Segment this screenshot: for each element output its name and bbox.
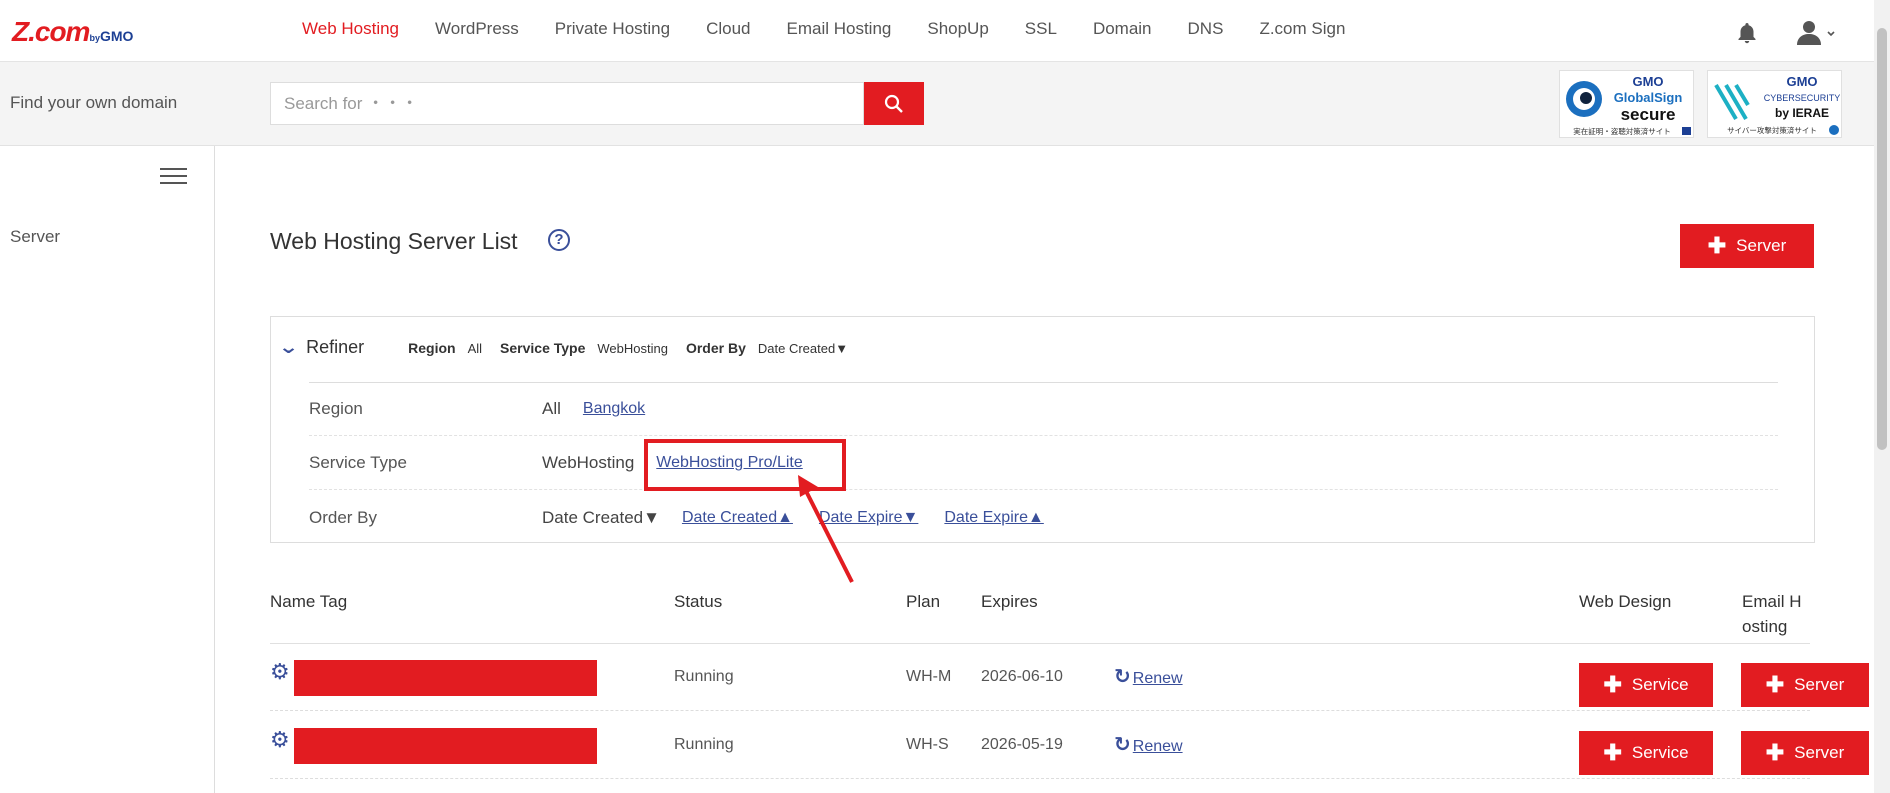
row-plan: WH-M [906, 668, 952, 685]
svg-text:GMO: GMO [1786, 74, 1817, 89]
gear-icon[interactable]: ⚙ [270, 659, 290, 685]
refiner-service-type-label: Service Type [309, 453, 407, 472]
svg-text:GlobalSign: GlobalSign [1614, 90, 1683, 105]
renew-icon: ↻ [1114, 666, 1131, 688]
table-row: ⚙ Running WH-S 2026-05-19 ↻ Renew ✚ Servic… [270, 712, 1869, 779]
globalsign-secure-badge[interactable]: GMO GlobalSign secure 実在証明・盗聴対策済サイト [1559, 70, 1694, 138]
svg-text:CYBERSECURITY: CYBERSECURITY [1764, 93, 1841, 103]
refiner-region-current: All [542, 399, 561, 418]
refiner-row-service-type: Service Type WebHosting WebHosting Pro/L… [309, 437, 1778, 490]
refiner-order-by-current: Date Created▼ [542, 507, 660, 527]
top-navigation: Z.combyGMO Web Hosting WordPress Private… [0, 0, 1874, 62]
add-web-design-service-button[interactable]: ✚ Service [1579, 663, 1713, 707]
column-header-email-hosting: Email Hosting [1742, 592, 1802, 636]
user-account-icon[interactable] [1796, 20, 1836, 46]
search-icon [884, 94, 903, 113]
refiner-order-by-label: Order By [309, 507, 378, 527]
hamburger-menu-icon[interactable] [160, 168, 187, 188]
order-link-date-created-asc[interactable]: Date Created▲ [682, 509, 793, 527]
bell-icon[interactable] [1735, 21, 1759, 45]
column-header-web-design: Web Design [1579, 592, 1672, 611]
plus-icon: ✚ [1707, 233, 1727, 258]
nav-item-cloud[interactable]: Cloud [706, 19, 750, 39]
refiner-row-order-by: Order By Date Created▼ Date Created▲ Dat… [309, 491, 1778, 544]
order-link-date-expire-asc[interactable]: Date Expire▲ [944, 509, 1043, 527]
nav-item-email-hosting[interactable]: Email Hosting [786, 19, 891, 39]
table-row: ⚙ Running WH-M 2026-06-10 ↻ Renew ✚ Servic… [270, 644, 1869, 711]
find-domain-label: Find your own domain [10, 93, 178, 112]
plus-icon: ✚ [1765, 740, 1785, 765]
refiner-header[interactable]: ⌄ Refiner Region All Service Type WebHosti… [277, 337, 866, 358]
main-nav: Web Hosting WordPress Private Hosting Cl… [302, 19, 1381, 39]
cybersecurity-ierae-badge[interactable]: GMO CYBERSECURITY by IERAE サイバー攻撃対策済サイト [1707, 70, 1842, 138]
redacted-name-tag [294, 728, 597, 764]
nav-item-web-hosting[interactable]: Web Hosting [302, 19, 399, 39]
svg-text:GMO: GMO [1632, 74, 1663, 89]
column-header-expires: Expires [981, 592, 1038, 611]
nav-item-private-hosting[interactable]: Private Hosting [555, 19, 670, 39]
sidebar-item-server[interactable]: Server [10, 227, 60, 247]
help-icon[interactable]: ? [548, 229, 570, 251]
column-header-status: Status [674, 592, 723, 611]
refiner-service-type-current: WebHosting [542, 453, 635, 472]
chevron-down-icon: ⌄ [277, 337, 300, 357]
zcom-logo[interactable]: Z.combyGMO [12, 16, 133, 48]
nav-item-wordpress[interactable]: WordPress [435, 19, 519, 39]
nav-item-zcom-sign[interactable]: Z.com Sign [1259, 19, 1345, 39]
renew-link[interactable]: ↻ Renew [1114, 732, 1183, 757]
add-email-hosting-server-button[interactable]: ✚ Server [1741, 663, 1869, 707]
refiner-panel: ⌄ Refiner Region All Service Type WebHosti… [270, 316, 1815, 543]
row-status: Running [674, 736, 734, 753]
add-email-hosting-server-button[interactable]: ✚ Server [1741, 731, 1869, 775]
refiner-row-region: Region All Bangkok [309, 383, 1778, 436]
page-title: Web Hosting Server List [270, 228, 518, 254]
refiner-summary-order-by: Order By Date Created▼ [685, 339, 849, 356]
row-status: Running [674, 668, 734, 685]
plus-icon: ✚ [1765, 672, 1785, 697]
domain-search-bar: Find your own domain GMO GlobalSign secu… [0, 62, 1874, 146]
nav-item-shopup[interactable]: ShopUp [927, 19, 988, 39]
region-link-bangkok[interactable]: Bangkok [583, 400, 645, 418]
row-plan: WH-S [906, 736, 949, 753]
renew-icon: ↻ [1114, 734, 1131, 756]
nav-item-dns[interactable]: DNS [1188, 19, 1224, 39]
refiner-summary-service-type: Service Type WebHosting [500, 339, 668, 356]
svg-text:実在証明・盗聴対策済サイト: 実在証明・盗聴対策済サイト [1573, 126, 1671, 136]
svg-text:by IERAE: by IERAE [1775, 106, 1829, 120]
row-expires: 2026-05-19 [981, 736, 1063, 753]
refiner-title: Refiner [306, 337, 365, 357]
renew-link[interactable]: ↻ Renew [1114, 664, 1183, 689]
add-server-button[interactable]: ✚ Server [1680, 224, 1814, 268]
svg-text:secure: secure [1621, 105, 1676, 124]
nav-item-domain[interactable]: Domain [1093, 19, 1152, 39]
svg-text:サイバー攻撃対策済サイト: サイバー攻撃対策済サイト [1727, 125, 1817, 135]
add-web-design-service-button[interactable]: ✚ Service [1579, 731, 1713, 775]
search-button[interactable] [864, 82, 924, 125]
annotation-arrow [798, 475, 854, 583]
domain-search-input[interactable] [270, 82, 864, 125]
redacted-name-tag [294, 660, 597, 696]
plus-icon: ✚ [1603, 740, 1622, 765]
row-expires: 2026-06-10 [981, 668, 1063, 685]
column-header-plan: Plan [906, 592, 941, 611]
refiner-region-label: Region [309, 399, 363, 418]
refiner-summary-region: Region All [408, 339, 483, 356]
nav-item-ssl[interactable]: SSL [1025, 19, 1057, 39]
sidebar: Server [0, 146, 215, 793]
scrollbar-thumb[interactable] [1877, 28, 1887, 450]
gear-icon[interactable]: ⚙ [270, 727, 290, 753]
column-header-name-tag: Name Tag [270, 592, 348, 611]
plus-icon: ✚ [1603, 672, 1622, 697]
